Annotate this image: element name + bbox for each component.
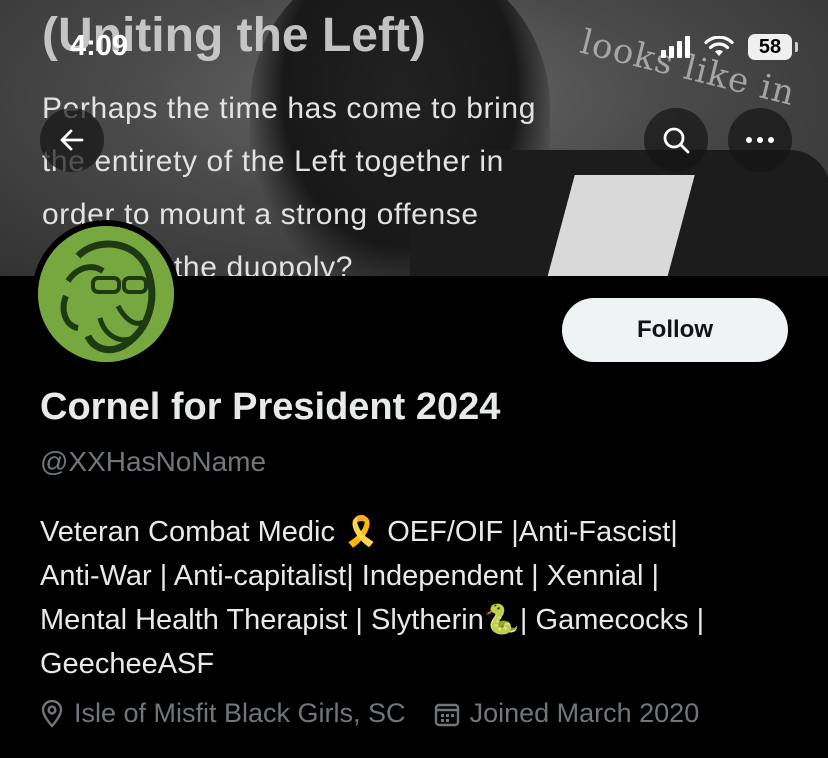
more-button[interactable] [728, 108, 792, 172]
joined-text: Joined March 2020 [469, 698, 700, 728]
profile-meta: Isle of Misfit Black Girls, SC Joined Ma… [40, 698, 727, 729]
avatar-image [38, 226, 174, 362]
location-item: Isle of Misfit Black Girls, SC [40, 698, 406, 729]
back-button[interactable] [40, 108, 104, 172]
profile-bio: Veteran Combat Medic 🎗️ OEF/OIF |Anti-Fa… [40, 510, 810, 686]
display-name: Cornel for President 2024 [40, 386, 501, 428]
more-horizontal-icon [746, 137, 774, 143]
bio-line: Veteran Combat Medic 🎗️ OEF/OIF |Anti-Fa… [40, 516, 678, 548]
profile-avatar[interactable] [32, 220, 180, 368]
battery-indicator: 58 [748, 34, 798, 60]
joined-item: Joined March 2020 [434, 698, 700, 729]
status-indicators: 58 [661, 34, 798, 60]
follow-button[interactable]: Follow [562, 298, 788, 362]
bio-line: Mental Health Therapist | Slytherin🐍| Ga… [40, 604, 705, 636]
arrow-left-icon [60, 129, 84, 151]
calendar-icon [434, 703, 459, 726]
location-pin-icon [41, 699, 63, 728]
wifi-icon [704, 36, 734, 56]
search-button[interactable] [644, 108, 708, 172]
bio-line: Anti-War | Anti-capitalist| Independent … [40, 560, 660, 592]
search-icon [663, 127, 690, 154]
location-text: Isle of Misfit Black Girls, SC [74, 698, 406, 728]
user-handle: @XXHasNoName [40, 446, 267, 477]
banner-line: Perhaps the time has come to bring [42, 92, 536, 125]
bio-line: GeecheeASF [40, 648, 215, 680]
cellular-signal-icon [661, 36, 690, 58]
banner-line: the entirety of the Left together in [42, 145, 504, 178]
status-time: 4:09 [70, 30, 129, 62]
